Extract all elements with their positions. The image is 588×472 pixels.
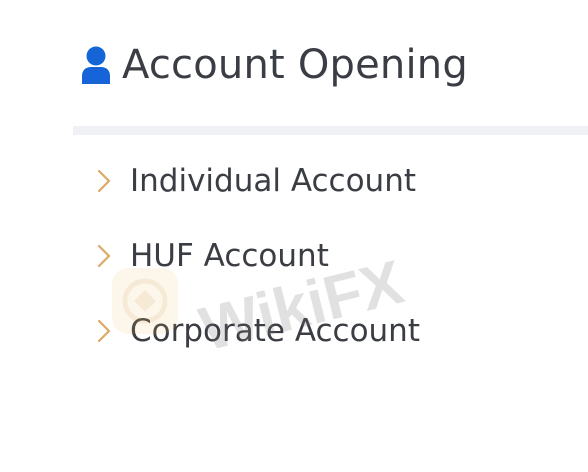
menu-item-corporate-account[interactable]: Corporate Account [96,306,420,356]
menu-item-individual-account[interactable]: Individual Account [96,156,420,206]
menu-item-label: HUF Account [130,238,329,274]
page: Account Opening Individual Account HUF A… [0,0,588,472]
account-type-list: Individual Account HUF Account Corporate… [96,156,420,381]
chevron-right-icon [96,317,112,345]
chevron-right-icon [96,167,112,195]
divider [73,126,588,135]
page-title: Account Opening [122,42,468,88]
menu-item-huf-account[interactable]: HUF Account [96,231,420,281]
page-header: Account Opening [80,38,468,92]
menu-item-label: Corporate Account [130,313,420,349]
chevron-right-icon [96,242,112,270]
user-icon [80,45,112,85]
menu-item-label: Individual Account [130,163,416,199]
